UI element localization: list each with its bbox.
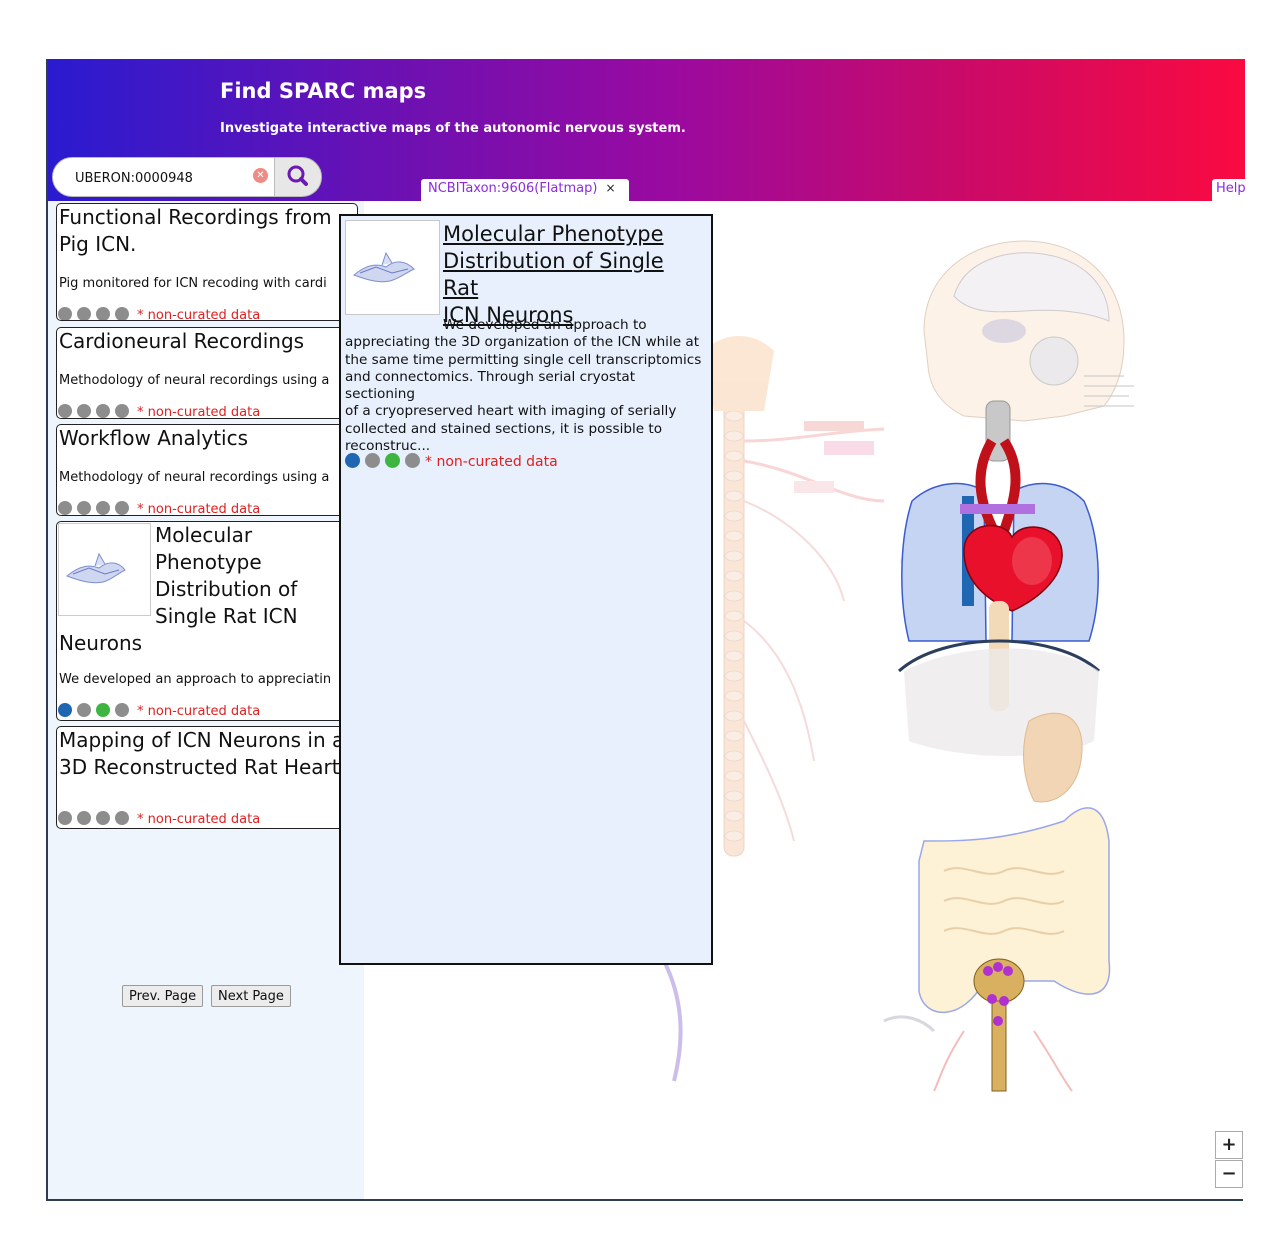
card-title[interactable]: Cardioneural Recordings: [59, 328, 304, 355]
heart-scan-thumbnail-icon: [353, 251, 415, 283]
status-dots: [58, 501, 134, 515]
magnifier-icon: [287, 165, 308, 186]
popup-desc-line: of a cryopreserved heart with imaging of…: [345, 403, 677, 420]
popup-title-line[interactable]: Molecular Phenotype: [443, 221, 705, 248]
non-curated-badge: * non-curated data: [425, 454, 558, 470]
status-dot: [405, 453, 420, 468]
result-card[interactable]: Cardioneural Recordings Methodology of n…: [56, 327, 358, 419]
popup-desc-line: appreciating the 3D organization of the …: [345, 334, 700, 351]
popup-desc-line: collected and stained sections, it is po…: [345, 420, 663, 437]
card-description: Pig monitored for ICN recoding with card…: [59, 276, 327, 291]
dataset-thumbnail: [345, 220, 440, 315]
status-dot: [96, 307, 110, 320]
page-title: Find SPARC maps: [220, 79, 427, 103]
status-dot: [115, 501, 129, 515]
status-dot: [385, 453, 400, 468]
status-dots: [345, 453, 425, 472]
card-description: We developed an approach to appreciatin: [59, 672, 332, 687]
popup-title[interactable]: Molecular Phenotype Distribution of Sing…: [443, 221, 705, 329]
search-input[interactable]: [75, 168, 245, 188]
popup-desc-line: We developed an approach to: [443, 317, 647, 333]
status-dot: [77, 404, 91, 418]
results-sidebar: Functional Recordings from Pig ICN. Pig …: [48, 201, 364, 1199]
card-title-line[interactable]: Distribution of: [155, 576, 297, 603]
popup-description: We developed an approach to appreciating…: [345, 317, 709, 455]
heart-scan-thumbnail-icon: [66, 552, 126, 584]
card-description: Methodology of neural recordings using a: [59, 470, 330, 485]
status-dot: [58, 703, 72, 717]
card-title-line[interactable]: Phenotype: [155, 549, 262, 576]
tab-flatmap[interactable]: NCBITaxon:9606(Flatmap) ×: [421, 179, 629, 201]
next-page-button[interactable]: Next Page: [211, 985, 291, 1007]
non-curated-badge: * non-curated data: [137, 704, 261, 719]
status-dot: [115, 811, 129, 825]
card-title-line[interactable]: 3D Reconstructed Rat Heart: [59, 754, 340, 781]
status-dot: [115, 404, 129, 418]
card-title-line[interactable]: Neurons: [59, 630, 142, 657]
status-dot: [96, 501, 110, 515]
status-dot: [58, 811, 72, 825]
popup-desc-line: the same time permitting single cell tra…: [345, 351, 702, 368]
help-button[interactable]: Help: [1212, 179, 1246, 201]
card-title-line[interactable]: Molecular: [155, 522, 252, 549]
card-title[interactable]: Functional Recordings from Pig ICN.: [59, 204, 355, 258]
zoom-in-button[interactable]: +: [1215, 1131, 1243, 1159]
status-dot: [77, 703, 91, 717]
status-dot: [96, 404, 110, 418]
popup-desc-line: and connectomics. Through serial cryosta…: [345, 368, 636, 403]
search-button[interactable]: [274, 157, 322, 197]
tab-close-icon[interactable]: ×: [605, 181, 615, 195]
non-curated-badge: * non-curated data: [137, 502, 261, 516]
result-card[interactable]: Workflow Analytics Methodology of neural…: [56, 424, 358, 516]
status-dots: [58, 703, 134, 717]
card-title-line[interactable]: Single Rat ICN: [155, 603, 298, 630]
zoom-out-button[interactable]: −: [1215, 1160, 1243, 1188]
clear-icon[interactable]: ✕: [253, 168, 268, 183]
dataset-thumbnail: [58, 523, 151, 616]
card-description: Methodology of neural recordings using a: [59, 373, 330, 388]
status-dot: [58, 404, 72, 418]
non-curated-badge: * non-curated data: [137, 405, 261, 419]
status-dot: [96, 811, 110, 825]
search-box: ✕: [52, 157, 282, 197]
result-card[interactable]: Mapping of ICN Neurons in a 3D Reconstru…: [56, 726, 358, 829]
head: [923, 240, 1134, 422]
status-dot: [115, 703, 129, 717]
status-dot: [77, 811, 91, 825]
status-dot: [77, 307, 91, 320]
tab-label: NCBITaxon:9606(Flatmap): [428, 181, 598, 196]
card-title[interactable]: Workflow Analytics: [59, 425, 248, 452]
result-card[interactable]: Molecular Phenotype Distribution of Sing…: [56, 521, 358, 721]
popup-title-line[interactable]: Distribution of Single Rat: [443, 248, 705, 302]
dataset-popup[interactable]: Molecular Phenotype Distribution of Sing…: [339, 214, 713, 965]
status-dot: [115, 307, 129, 320]
card-title-line[interactable]: Mapping of ICN Neurons in a: [59, 727, 344, 754]
status-dots: [58, 811, 134, 825]
status-dot: [96, 703, 110, 717]
status-dots: [58, 307, 134, 320]
status-dot: [365, 453, 380, 468]
non-curated-badge: * non-curated data: [137, 812, 261, 827]
result-card[interactable]: Functional Recordings from Pig ICN. Pig …: [56, 203, 358, 321]
status-dots: [58, 404, 134, 418]
status-dot: [58, 307, 72, 320]
prev-page-button[interactable]: Prev. Page: [122, 985, 204, 1007]
status-dot: [58, 501, 72, 515]
non-curated-badge: * non-curated data: [137, 308, 261, 321]
status-dot: [345, 453, 360, 468]
header: Find SPARC maps Investigate interactive …: [48, 59, 1246, 201]
status-dot: [77, 501, 91, 515]
page-subtitle: Investigate interactive maps of the auto…: [220, 121, 686, 136]
